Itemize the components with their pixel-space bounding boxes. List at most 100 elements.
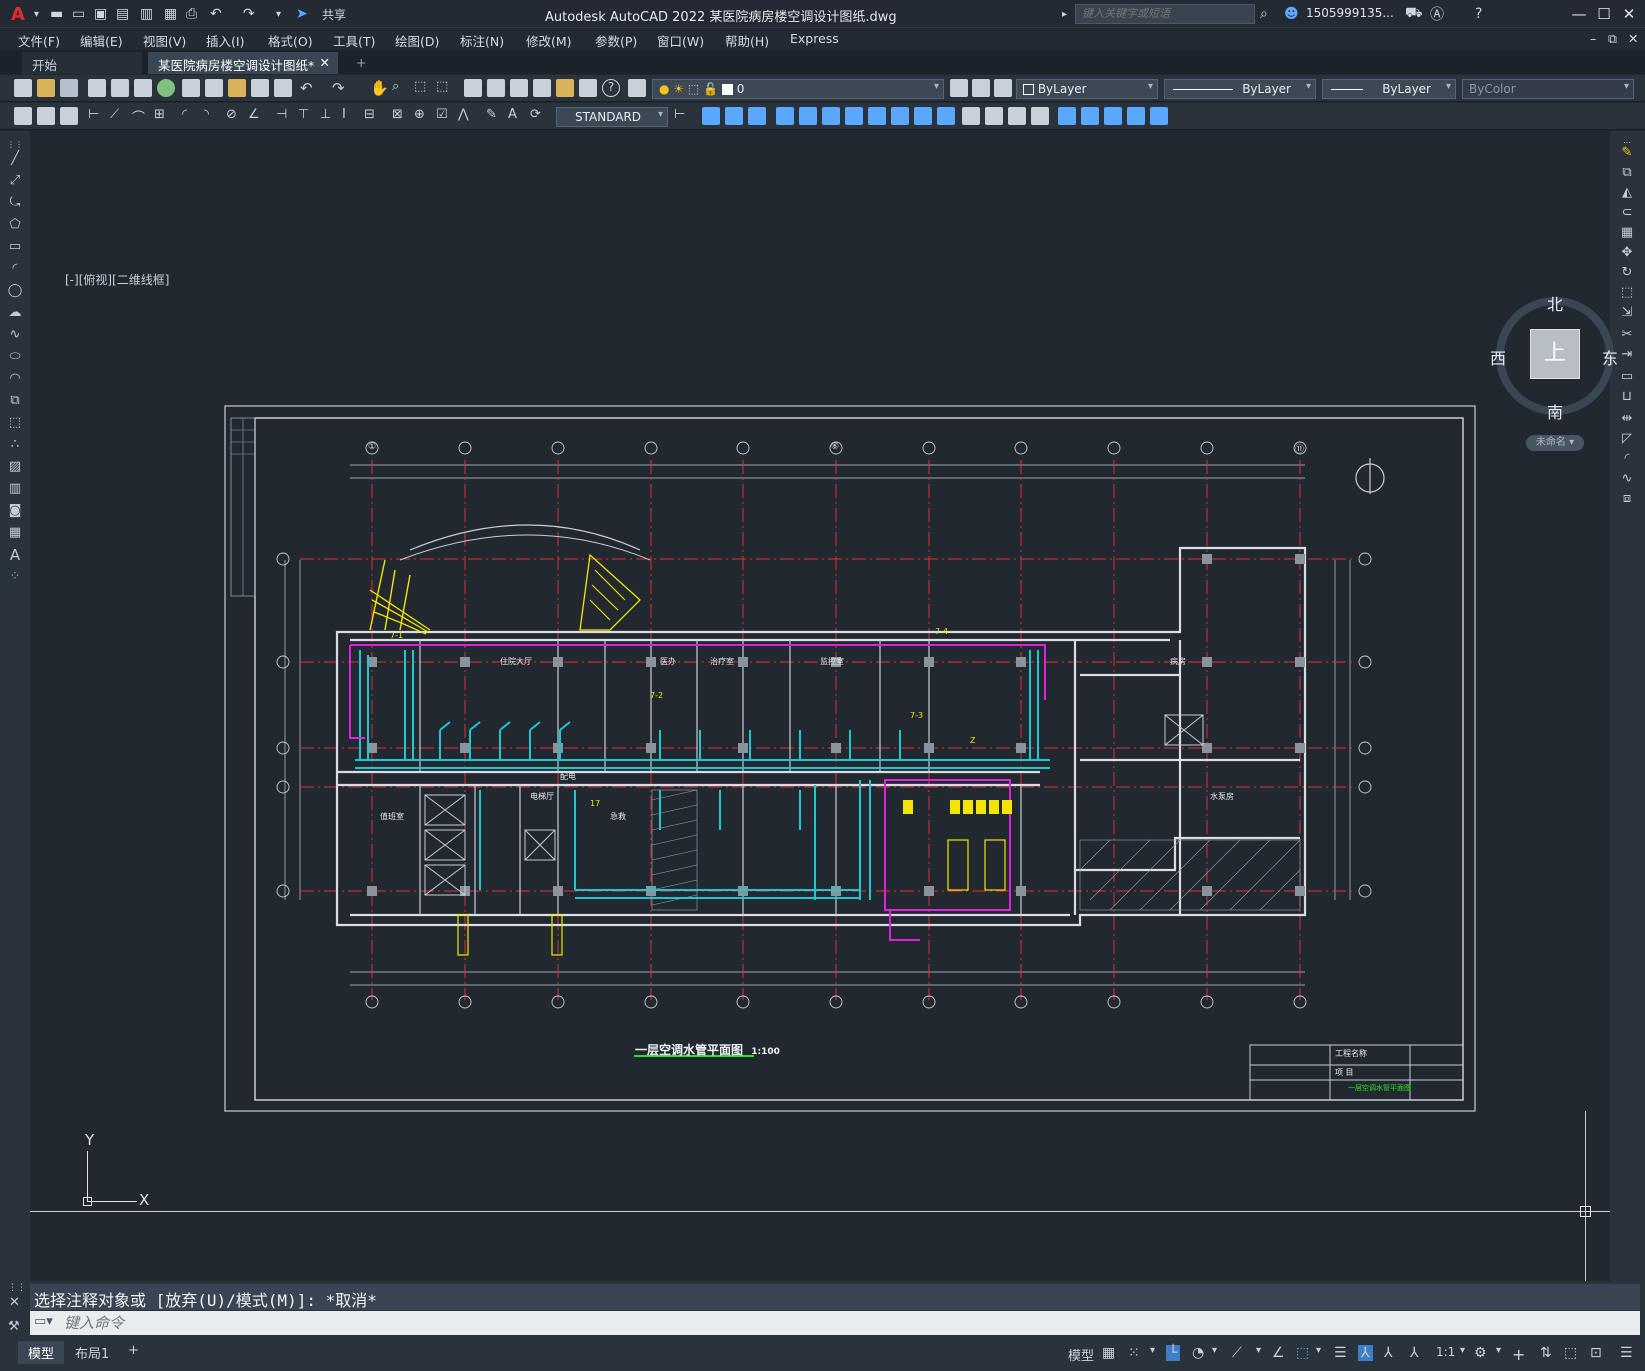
gradient-icon[interactable]: ▥ [7, 481, 23, 497]
qnew-icon[interactable] [14, 79, 32, 97]
hatch-icon[interactable]: ▨ [7, 459, 23, 475]
paste-icon[interactable] [228, 79, 246, 97]
object-snap-tracking-icon[interactable]: ∠ [1272, 1345, 1285, 1361]
move-icon[interactable] [822, 107, 840, 125]
workspace-gear-icon[interactable]: ⚙ [1474, 1345, 1487, 1361]
object-snap-icon[interactable]: ⬚ [1296, 1345, 1309, 1361]
chamfer-icon[interactable] [1008, 107, 1026, 125]
undo-icon[interactable]: ↶ [210, 5, 222, 23]
drawing-canvas[interactable]: [-][俯视][二维线框] 一层空调水管平面图 1:100 工程名称 项 目 一… [30, 131, 1618, 1281]
properties-icon[interactable] [464, 79, 482, 97]
arc-icon[interactable]: ◜ [7, 261, 23, 277]
quick-properties-icon[interactable]: ⬚ [1564, 1345, 1577, 1361]
quick-dimension-icon[interactable]: ⊣ [276, 107, 294, 125]
dimension-text-edit-icon[interactable]: A [508, 107, 526, 125]
multiline-text-icon[interactable]: A [7, 547, 23, 563]
new-file-icon[interactable]: ▬ [50, 5, 63, 23]
add-selected-icon[interactable]: ⁘ [7, 569, 23, 585]
polygon-icon[interactable]: ⬠ [7, 217, 23, 233]
annotation-visibility-icon[interactable]: ⅄ [1358, 1345, 1373, 1361]
command-customize-icon[interactable]: ⚒ [8, 1319, 20, 1334]
save-icon[interactable]: ▣ [94, 5, 107, 23]
dimension-style-icon[interactable]: ⊢ [674, 107, 692, 125]
lengthen-icon[interactable] [1104, 107, 1122, 125]
auto-scale-icon[interactable]: ⅄ [1384, 1345, 1393, 1361]
dimension-edit-icon[interactable]: ✎ [486, 107, 504, 125]
inspection-icon[interactable]: ☑ [436, 107, 454, 125]
design-center-tool-icon[interactable] [487, 79, 505, 97]
continue-dimension-icon[interactable]: ⊥ [320, 107, 338, 125]
zoom-window-icon[interactable]: ⬚ [414, 79, 432, 97]
quickcalc-icon[interactable] [579, 79, 597, 97]
point-icon[interactable]: ∴ [7, 437, 23, 453]
rotate-tool-icon[interactable]: ↻ [1619, 265, 1635, 281]
extend-tool-icon[interactable]: ⇥ [1619, 347, 1635, 363]
zoom-previous-icon[interactable]: ⬚ [436, 79, 454, 97]
layer-properties-icon[interactable] [628, 79, 646, 97]
isodraft-dropdown-icon[interactable]: ▾ [1256, 1345, 1261, 1356]
search-input[interactable] [1075, 4, 1255, 24]
publish-tool-icon[interactable] [134, 79, 152, 97]
array-tool-icon[interactable]: ▦ [1619, 225, 1635, 241]
offset-tool-icon[interactable]: ⊂ [1619, 205, 1635, 221]
compass-south[interactable]: 南 [1547, 399, 1563, 423]
tab-start[interactable]: 开始 [22, 52, 142, 74]
command-input[interactable] [64, 1313, 1624, 1333]
explode-tool-icon[interactable]: ⧈ [1619, 491, 1635, 507]
command-grip-icon[interactable]: ⋮⋮ [8, 1283, 26, 1293]
lineweight-toggle-icon[interactable]: ☰ [1334, 1345, 1347, 1361]
array-icon[interactable] [799, 107, 817, 125]
stretch-tool-icon[interactable]: ⇲ [1619, 305, 1635, 321]
doc-minimize-button[interactable]: – [1590, 31, 1596, 46]
compass-north[interactable]: 北 [1547, 291, 1563, 315]
menu-dimension[interactable]: 标注(N) [460, 31, 504, 50]
dimension-break-icon[interactable]: ⊟ [364, 107, 382, 125]
publish-icon[interactable]: ▥ [140, 5, 153, 23]
cut-icon[interactable] [182, 79, 200, 97]
zoom-realtime-icon[interactable]: ⌕ [392, 79, 410, 97]
undo-tool-icon[interactable]: ↶ [300, 79, 318, 97]
menu-window[interactable]: 窗口(W) [657, 31, 704, 50]
customization-menu-icon[interactable]: ☰ [1620, 1345, 1633, 1361]
pan-icon[interactable]: ✋ [370, 79, 389, 97]
menu-express[interactable]: Express [790, 31, 839, 46]
make-block-icon[interactable]: ⬚ [7, 415, 23, 431]
clean-screen-icon[interactable]: ⊡ [1590, 1345, 1602, 1361]
menu-help[interactable]: 帮助(H) [725, 31, 769, 50]
block-editor-icon[interactable] [274, 79, 292, 97]
viewport-label[interactable]: [-][俯视][二维线框] [65, 271, 169, 288]
scale-dropdown-icon[interactable]: ▾ [1460, 1345, 1465, 1356]
linetype-dropdown[interactable]: ByLayer ▾ [1164, 79, 1316, 99]
sheet-set-icon[interactable] [533, 79, 551, 97]
region-icon[interactable]: ◙ [7, 503, 23, 519]
copy-object-icon[interactable] [725, 107, 743, 125]
layer-states-icon[interactable] [994, 79, 1012, 97]
open-file-icon[interactable]: ▭ [72, 5, 85, 23]
reverse-icon[interactable] [1150, 107, 1168, 125]
spline-icon[interactable]: ∿ [7, 327, 23, 343]
autodesk-app-icon[interactable]: Ⓐ [1430, 5, 1444, 23]
menu-file[interactable]: 文件(F) [18, 31, 60, 50]
text-style-dropdown[interactable]: STANDARD ▾ [556, 107, 668, 127]
ordinate-dimension-icon[interactable]: ⊞ [154, 107, 172, 125]
dimension-space-icon[interactable]: Ⅰ [342, 107, 360, 125]
app-menu-dropdown-icon[interactable]: ▾ [34, 5, 39, 23]
object-group-icon[interactable] [60, 107, 78, 125]
viewcube-face-top[interactable]: 上 [1530, 329, 1580, 379]
explode-icon[interactable] [1058, 107, 1076, 125]
new-tab-button[interactable]: + [346, 52, 376, 74]
search-icon[interactable]: ⌕ [1260, 5, 1268, 23]
linear-dimension-icon[interactable]: ⊢ [88, 107, 106, 125]
doc-restore-button[interactable]: ⧉ [1608, 31, 1617, 47]
jogged-linear-icon[interactable]: ⋀ [458, 107, 476, 125]
color-dropdown[interactable]: ByLayer ▾ [1016, 79, 1158, 99]
join-icon[interactable] [985, 107, 1003, 125]
markup-icon[interactable] [556, 79, 574, 97]
help-tool-icon[interactable]: ? [602, 79, 620, 97]
fillet-icon[interactable] [1031, 107, 1049, 125]
ortho-icon[interactable]: └ [1166, 1345, 1181, 1361]
autocad-logo-icon[interactable]: A [6, 4, 30, 25]
erase-icon[interactable] [702, 107, 720, 125]
chamfer-tool-icon[interactable]: ◸ [1619, 431, 1635, 447]
select-similar-icon[interactable] [37, 107, 55, 125]
